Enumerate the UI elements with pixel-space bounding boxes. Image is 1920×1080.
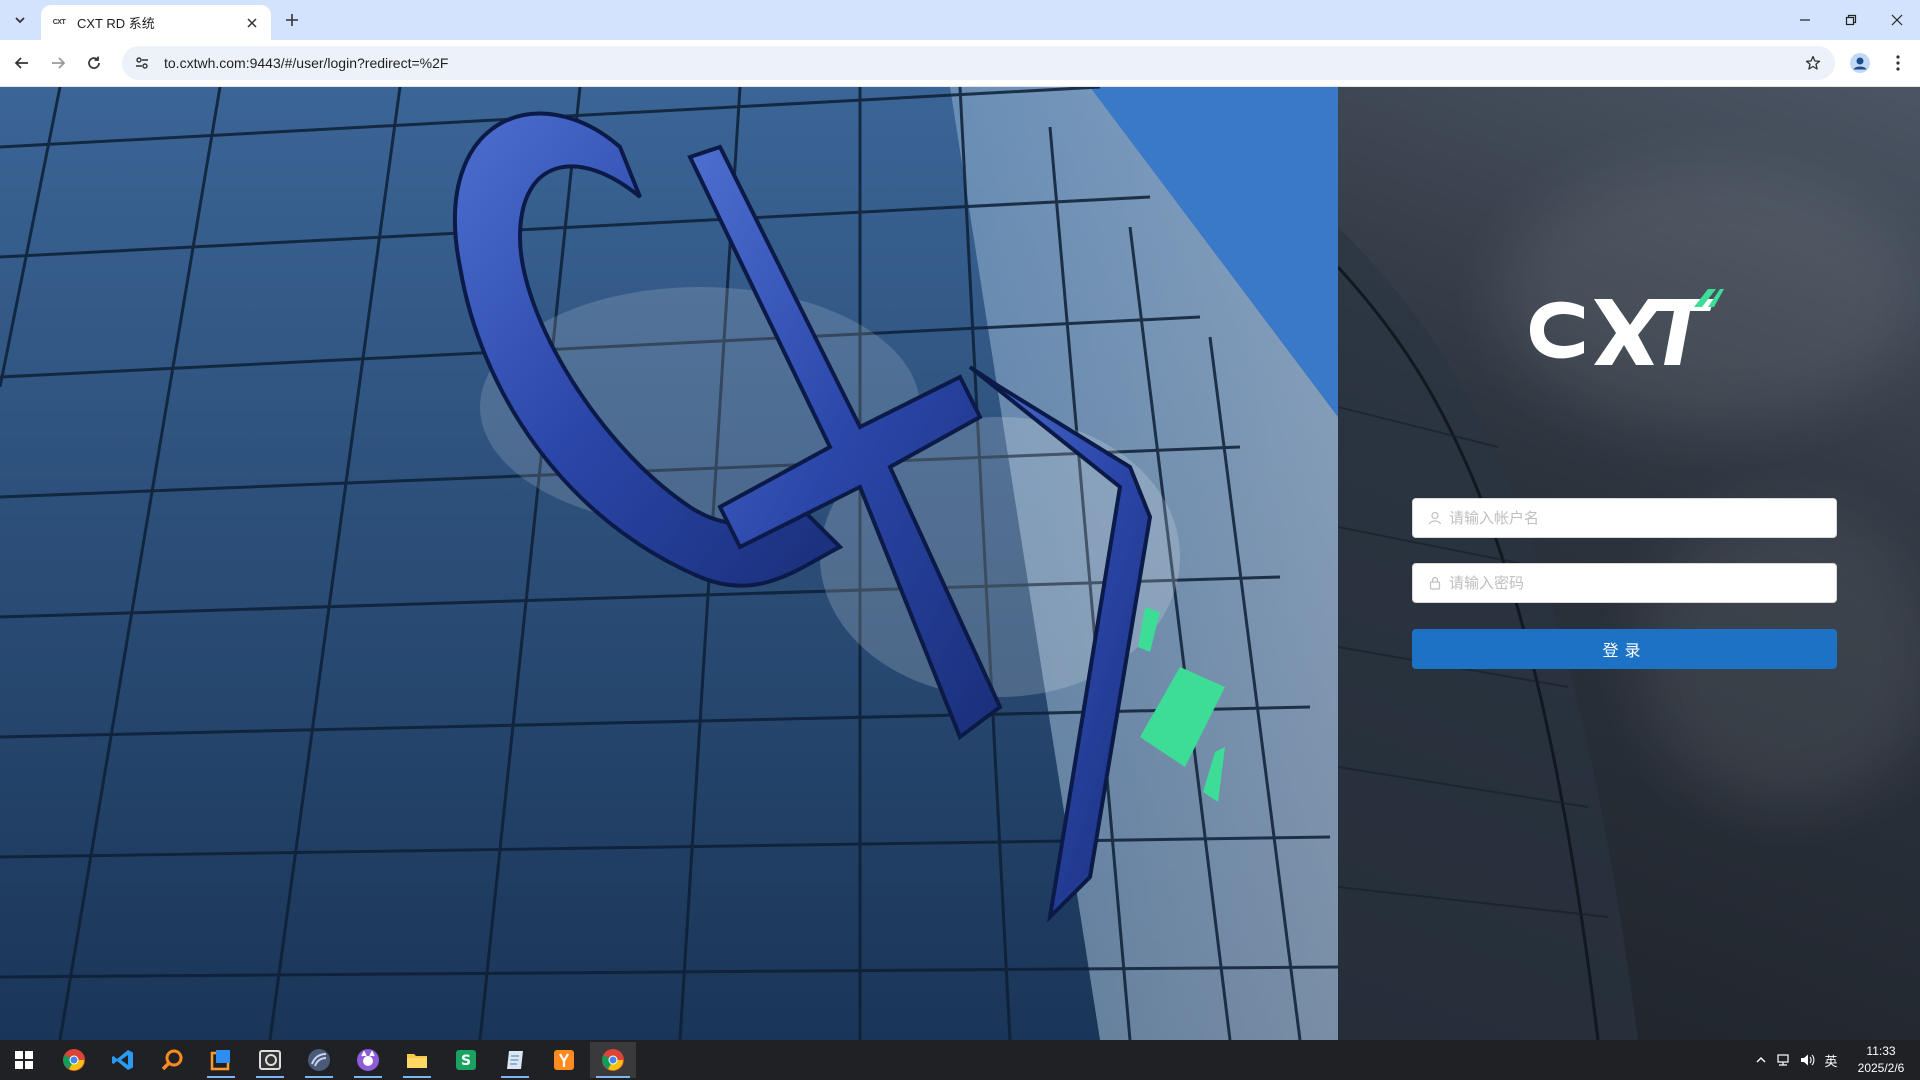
taskbar-file-explorer[interactable]: [397, 1042, 437, 1078]
taskbar-chrome-active[interactable]: [590, 1042, 636, 1078]
tray-ime[interactable]: 英: [1820, 1040, 1842, 1080]
browser-menu-button[interactable]: [1884, 49, 1912, 77]
windows-taskbar: S 英 11:33 2025/2/6: [0, 1040, 1920, 1080]
notes-icon: [507, 1051, 523, 1069]
search-icon: [161, 1049, 183, 1071]
browser-tabstrip: CXT CXT RD 系统: [0, 0, 1920, 40]
building-facade-image: [0, 87, 1338, 1040]
close-window-button[interactable]: [1874, 0, 1920, 40]
password-input[interactable]: [1449, 574, 1836, 592]
yandex-icon: [554, 1050, 574, 1070]
tab-close-button[interactable]: [243, 14, 261, 32]
taskbar-network-app[interactable]: [299, 1042, 339, 1078]
tab-search-button[interactable]: [8, 8, 32, 32]
chevron-down-icon: [15, 17, 25, 24]
hero-building-image: [0, 87, 1338, 1040]
taskbar-vscode[interactable]: [103, 1042, 143, 1078]
vscode-icon: [112, 1050, 133, 1070]
tray-volume[interactable]: [1796, 1040, 1818, 1080]
user-icon: [1427, 510, 1443, 526]
spreadsheet-icon: S: [456, 1050, 476, 1070]
browser-toolbar: to.cxtwh.com:9443/#/user/login?redirect=…: [0, 40, 1920, 87]
tune-icon: [136, 57, 148, 69]
new-tab-button[interactable]: [280, 8, 304, 32]
taskbar-wps-sheets[interactable]: S: [446, 1042, 486, 1078]
username-input[interactable]: [1449, 509, 1836, 527]
start-button[interactable]: [4, 1042, 44, 1078]
arrow-left-icon: [14, 57, 28, 69]
star-icon: [1805, 55, 1821, 70]
clock-date: 2025/2/6: [1857, 1061, 1905, 1075]
restore-window-button[interactable]: [1828, 0, 1874, 40]
password-field[interactable]: [1412, 563, 1837, 603]
taskbar-notes-app[interactable]: [495, 1042, 535, 1078]
forward-button[interactable]: [44, 49, 72, 77]
browser-tab-active[interactable]: CXT CXT RD 系统: [41, 5, 271, 40]
avatar-icon: [1850, 53, 1870, 73]
taskbar-search-app[interactable]: [152, 1042, 192, 1078]
bookmark-button[interactable]: [1799, 49, 1827, 77]
more-vertical-icon: [1896, 55, 1900, 71]
minimize-icon: [1800, 19, 1810, 21]
folder-icon: [407, 1054, 427, 1068]
reload-button[interactable]: [80, 49, 108, 77]
network-app-icon: [308, 1049, 330, 1071]
chevron-up-icon: [1756, 1057, 1766, 1063]
network-icon: [1777, 1054, 1789, 1066]
window-app-icon: [210, 1050, 230, 1071]
plus-icon: [286, 14, 298, 26]
chrome-icon: [63, 1049, 85, 1071]
tray-overflow-button[interactable]: [1750, 1040, 1772, 1080]
taskbar-cat-app[interactable]: [348, 1042, 388, 1078]
chrome-icon: [602, 1049, 624, 1071]
windows-logo-icon: [15, 1051, 33, 1069]
login-button[interactable]: 登录: [1412, 629, 1837, 669]
restore-icon: [1845, 14, 1857, 26]
taskbar-window-app[interactable]: [201, 1042, 241, 1078]
profile-button[interactable]: [1846, 49, 1874, 77]
login-page: 登录: [0, 87, 1920, 1040]
back-button[interactable]: [8, 49, 36, 77]
taskbar-yandex-app[interactable]: [544, 1042, 584, 1078]
svg-text:S: S: [461, 1053, 471, 1069]
username-field[interactable]: [1412, 498, 1837, 538]
system-clock[interactable]: 11:33 2025/2/6: [1846, 1043, 1916, 1077]
tab-title: CXT RD 系统: [77, 16, 155, 31]
tray-network[interactable]: [1772, 1040, 1794, 1080]
close-icon: [1891, 14, 1903, 26]
site-info-button[interactable]: [130, 51, 154, 75]
arrow-right-icon: [52, 57, 66, 69]
site-favicon-icon: CXT: [52, 19, 66, 26]
lock-icon: [1427, 575, 1443, 591]
taskbar-terminal-app[interactable]: [250, 1042, 290, 1078]
address-bar[interactable]: to.cxtwh.com:9443/#/user/login?redirect=…: [122, 46, 1835, 80]
close-icon: [247, 17, 257, 28]
cat-icon: [357, 1049, 379, 1071]
terminal-icon: [259, 1050, 281, 1070]
clock-time: 11:33: [1866, 1044, 1896, 1058]
cxt-logo: [1530, 289, 1724, 365]
taskbar-chrome[interactable]: [54, 1042, 94, 1078]
address-bar-url: to.cxtwh.com:9443/#/user/login?redirect=…: [164, 55, 449, 71]
volume-icon: [1801, 1054, 1815, 1066]
reload-icon: [88, 56, 100, 69]
minimize-window-button[interactable]: [1782, 0, 1828, 40]
